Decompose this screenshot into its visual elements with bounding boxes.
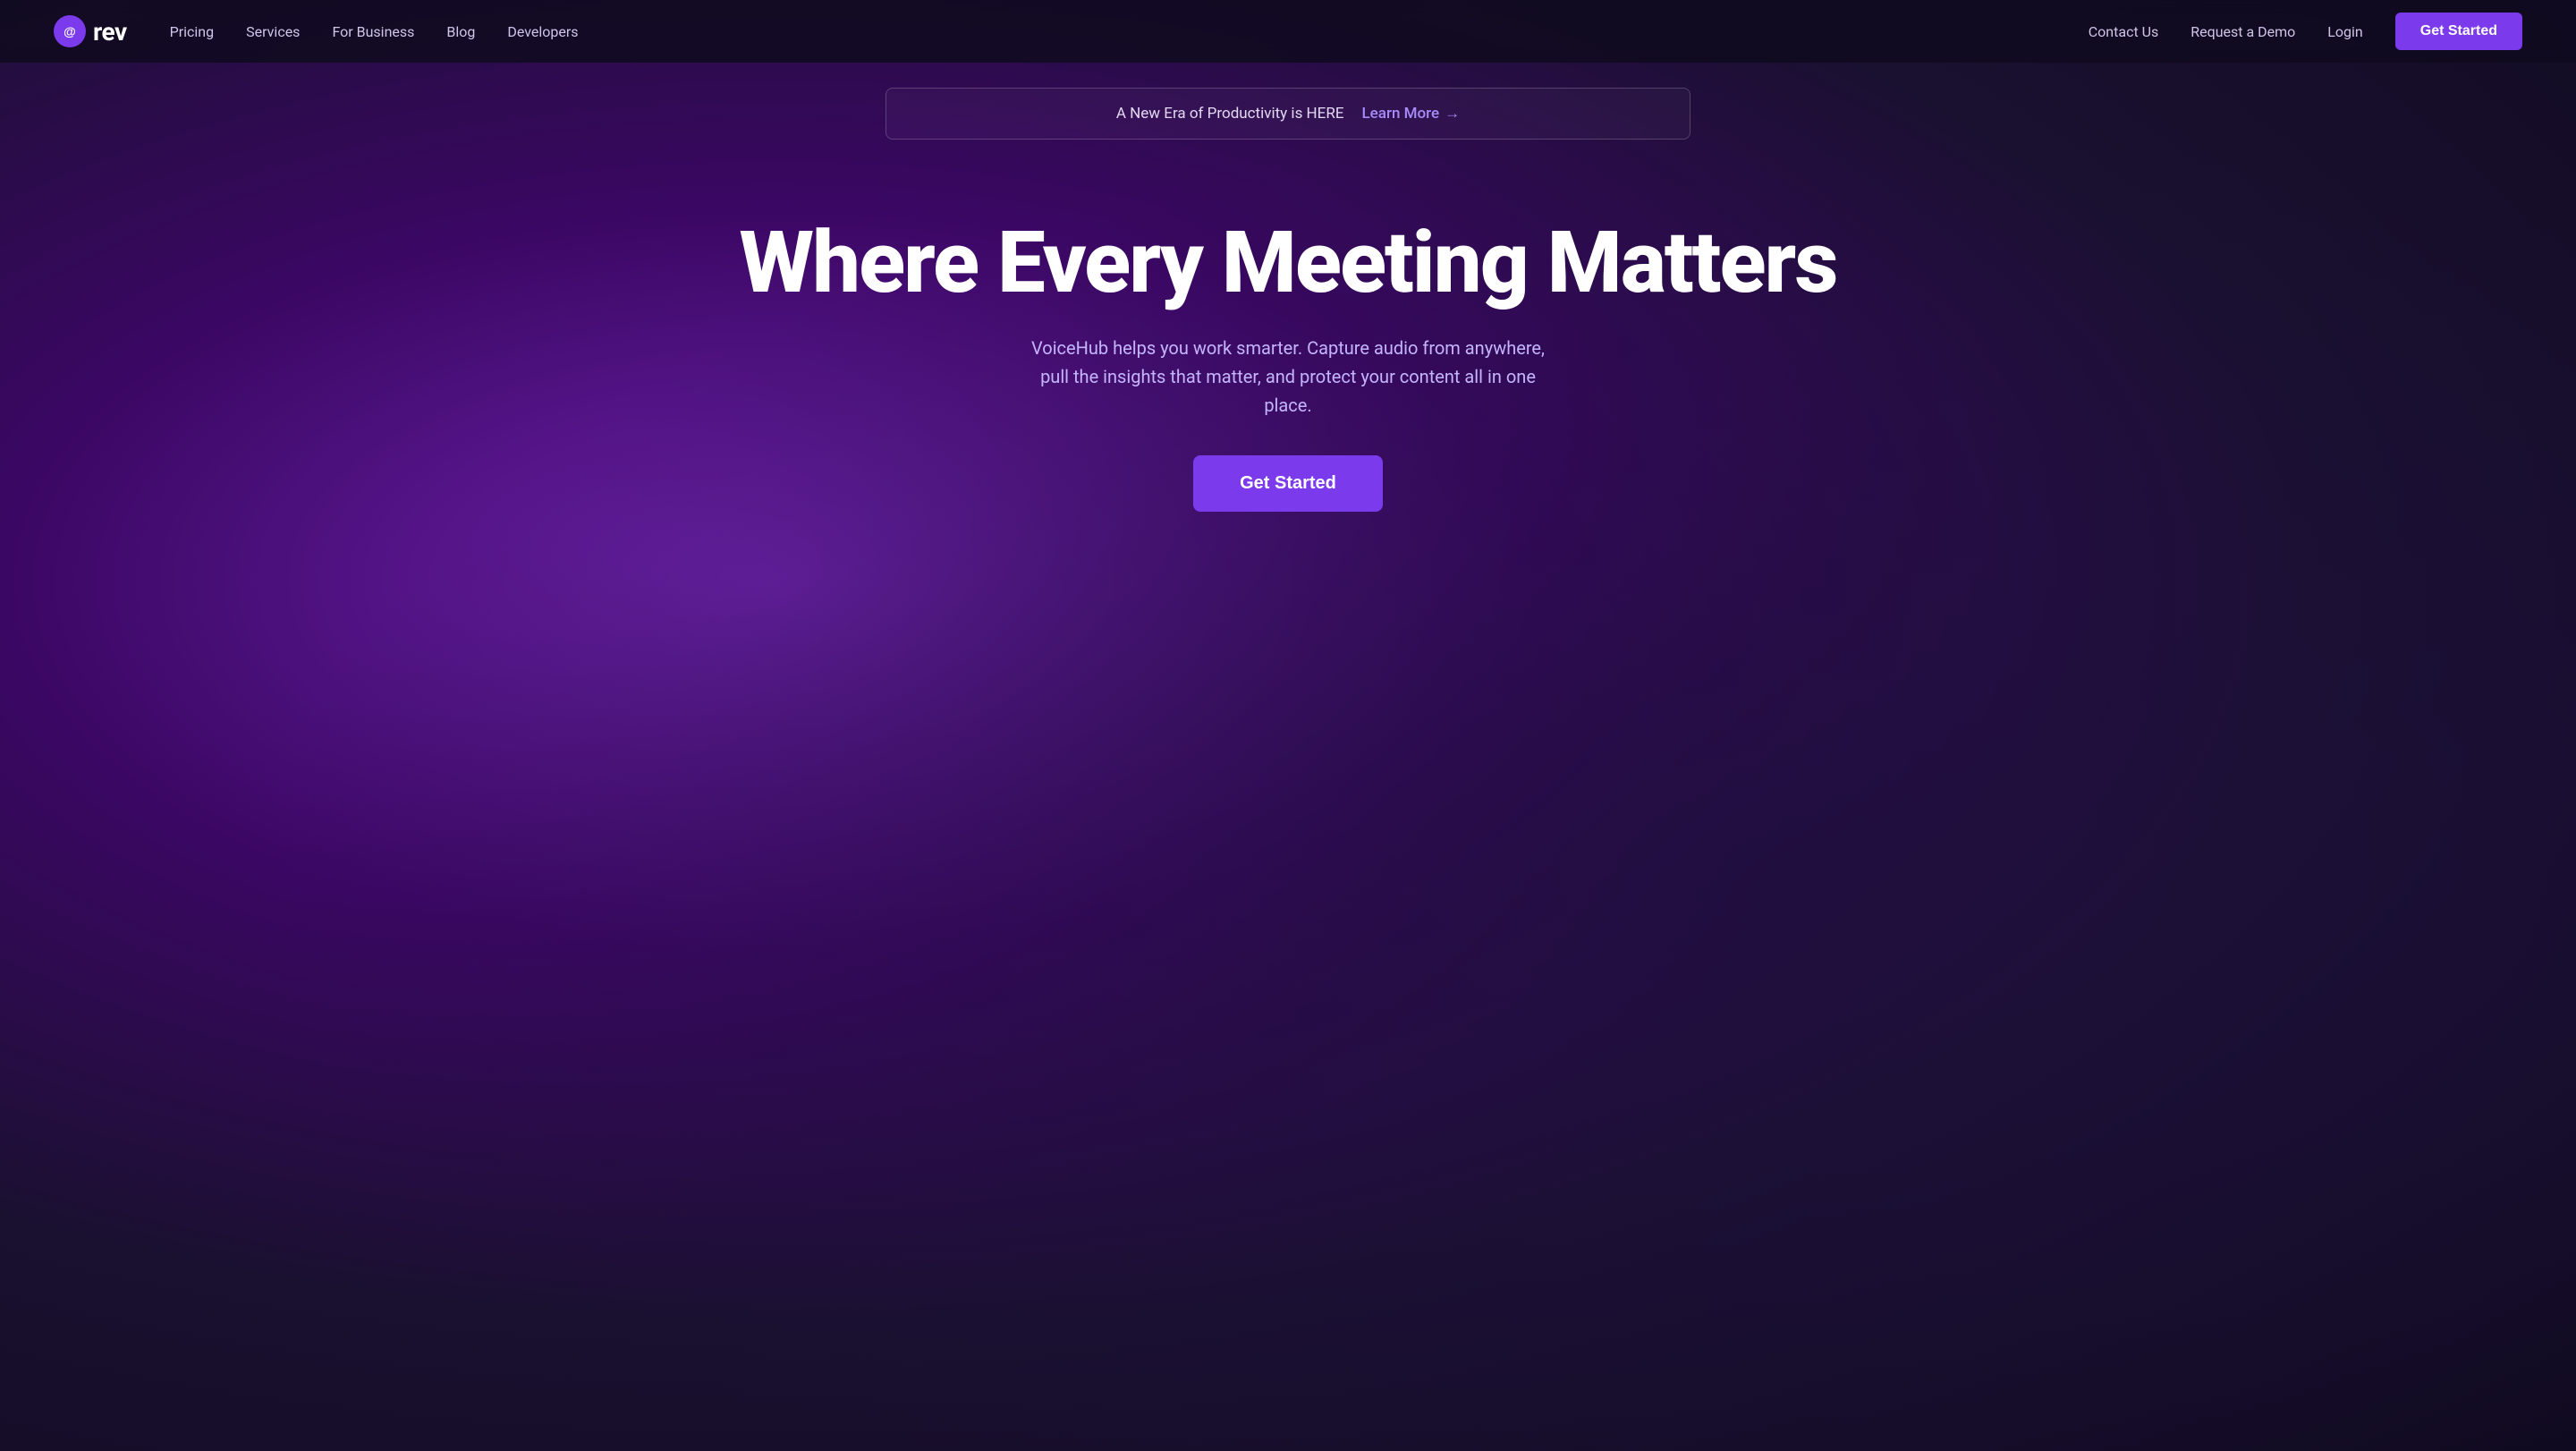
hero-get-started-button[interactable]: Get Started bbox=[1193, 455, 1383, 512]
banner-learn-more-link[interactable]: Learn More → bbox=[1362, 105, 1461, 123]
banner-text: A New Era of Productivity is HERE bbox=[1116, 105, 1344, 123]
logo-text: rev bbox=[93, 17, 127, 47]
nav-login[interactable]: Login bbox=[2327, 23, 2362, 40]
announcement-banner: A New Era of Productivity is HERE Learn … bbox=[886, 88, 1690, 140]
logo[interactable]: @ rev bbox=[54, 15, 127, 47]
hero-subtitle: VoiceHub helps you work smarter. Capture… bbox=[1020, 334, 1556, 420]
nav-get-started-button[interactable]: Get Started bbox=[2395, 13, 2522, 50]
logo-icon: @ bbox=[54, 15, 86, 47]
hero-title: Where Every Meeting Matters bbox=[36, 218, 2540, 309]
nav-for-business[interactable]: For Business bbox=[332, 23, 414, 40]
nav-pricing[interactable]: Pricing bbox=[170, 23, 215, 40]
nav-secondary-links: Contact Us Request a Demo Login bbox=[2089, 23, 2363, 40]
nav-left: @ rev Pricing Services For Business Blog… bbox=[54, 15, 579, 47]
navigation: @ rev Pricing Services For Business Blog… bbox=[0, 0, 2576, 63]
nav-right: Contact Us Request a Demo Login Get Star… bbox=[2089, 13, 2522, 50]
nav-main-links: Pricing Services For Business Blog Devel… bbox=[170, 23, 579, 40]
svg-text:@: @ bbox=[64, 24, 76, 38]
hero-section: Where Every Meeting Matters VoiceHub hel… bbox=[0, 165, 2576, 547]
nav-services[interactable]: Services bbox=[246, 23, 300, 40]
banner-arrow-icon: → bbox=[1445, 105, 1460, 123]
nav-request-demo[interactable]: Request a Demo bbox=[2190, 23, 2295, 40]
banner-link-label: Learn More bbox=[1362, 105, 1440, 123]
nav-blog[interactable]: Blog bbox=[446, 23, 475, 40]
nav-developers[interactable]: Developers bbox=[507, 23, 578, 40]
nav-contact-us[interactable]: Contact Us bbox=[2089, 23, 2159, 40]
